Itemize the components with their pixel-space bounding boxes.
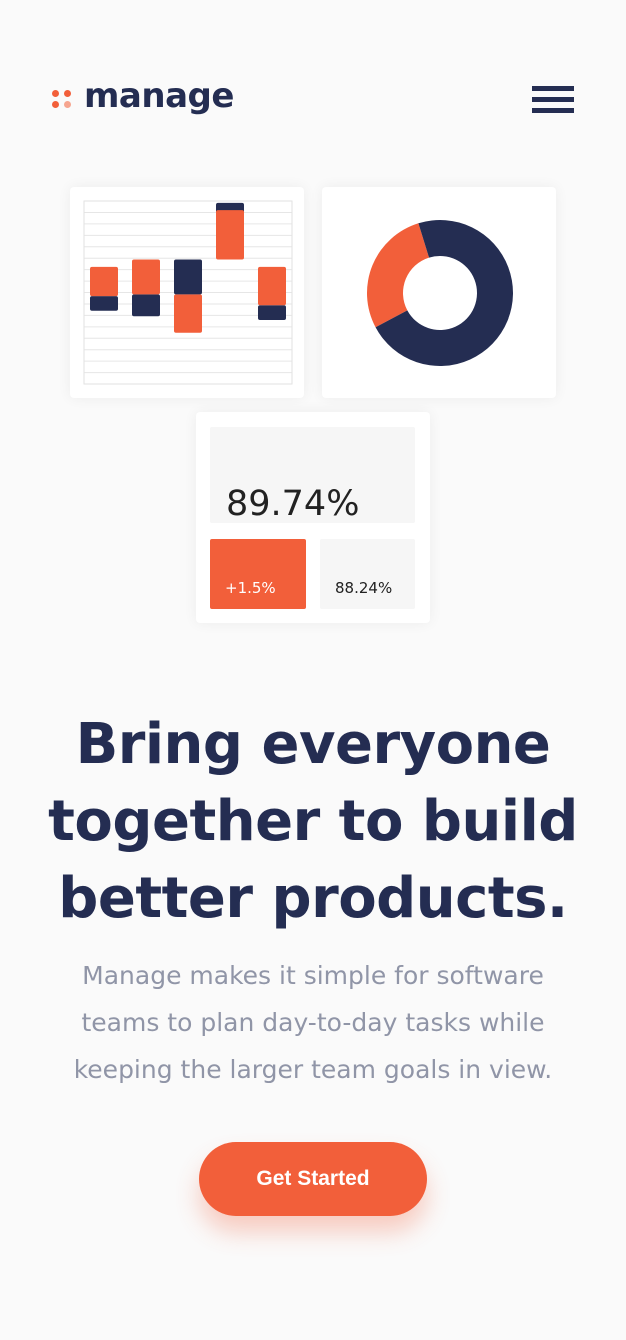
stat-main-value: 89.74% <box>226 484 360 524</box>
subtext-line: keeping the larger team goals in view. <box>73 1055 553 1084</box>
stat-previous-value: 88.24% <box>335 579 393 597</box>
bar-2-navy-segment <box>132 294 160 317</box>
logo-text: manage <box>84 76 234 116</box>
bar-chart-card <box>70 187 304 398</box>
donut-segment-orange <box>367 223 430 328</box>
headline-line: better products. <box>58 866 568 931</box>
bar-2-orange-segment <box>132 259 160 295</box>
bar-3-navy-segment <box>174 259 202 295</box>
stat-change-box: +1.5% <box>210 539 306 609</box>
hero-subtext: Manage makes it simple for software team… <box>55 952 571 1093</box>
logo[interactable]: manage <box>52 78 234 114</box>
get-started-button[interactable]: Get Started <box>199 1142 427 1216</box>
bar-1-orange-segment <box>90 266 118 297</box>
donut-chart <box>367 220 513 366</box>
hero-headline: Bring everyone together to build better … <box>0 706 626 937</box>
logo-dots-icon <box>52 85 74 108</box>
stats-card: 89.74% +1.5% 88.24% <box>196 412 430 623</box>
stat-main-box: 89.74% <box>210 427 415 523</box>
bar-4-orange-segment <box>216 210 244 260</box>
headline-line: Bring everyone <box>75 712 551 777</box>
donut-chart-card <box>322 187 556 398</box>
bar-1-navy-segment <box>90 296 118 311</box>
subtext-line: teams to plan day-to-day tasks while <box>81 1008 545 1037</box>
bar-5-navy-segment <box>258 305 286 320</box>
bar-3-orange-segment <box>174 294 202 333</box>
hamburger-menu-icon[interactable] <box>532 84 574 116</box>
headline-line: together to build <box>48 789 578 854</box>
subtext-line: Manage makes it simple for software <box>82 961 544 990</box>
bar-5-orange-segment <box>258 266 286 306</box>
stat-change-value: +1.5% <box>225 579 276 597</box>
stat-previous-box: 88.24% <box>320 539 415 609</box>
bar-chart <box>83 200 293 385</box>
landing-page: manage 89.74% +1.5% 88.24% Bring everyon… <box>0 0 626 1340</box>
